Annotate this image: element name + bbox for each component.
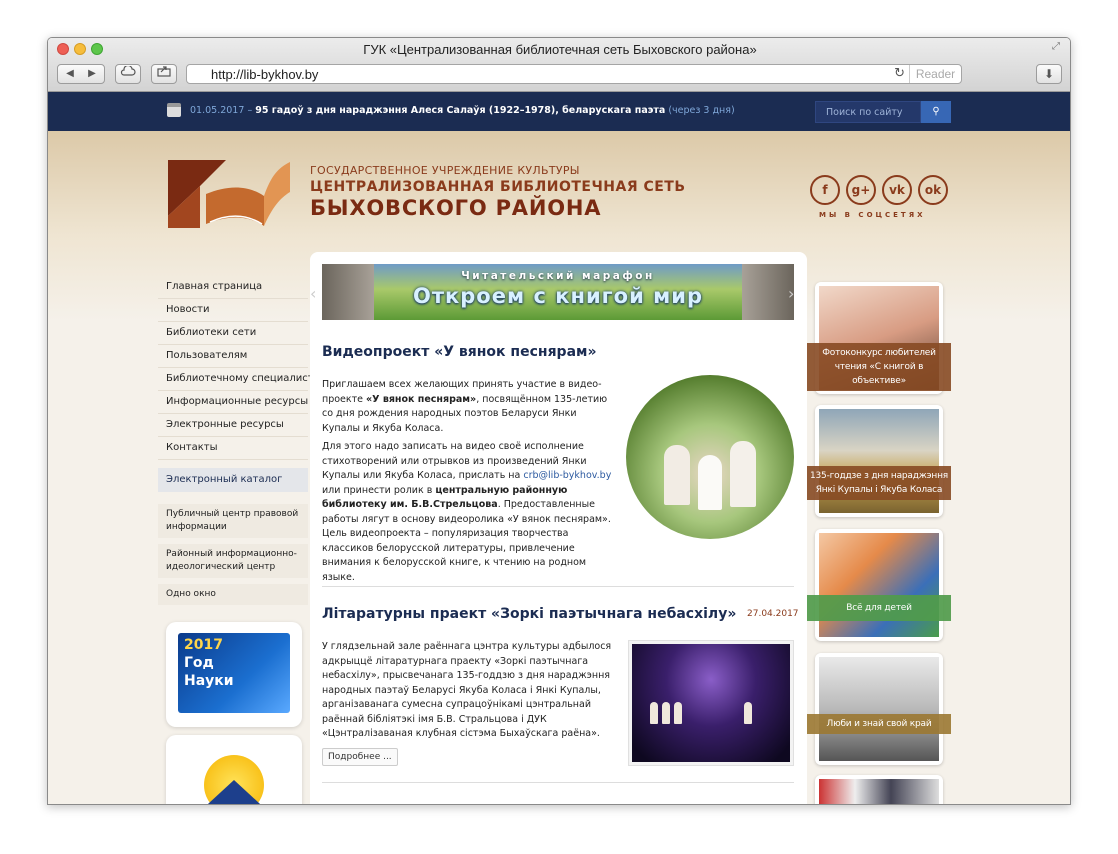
share-button[interactable]: [151, 64, 177, 84]
year-of-science-image: 2017 Год Науки: [178, 633, 290, 713]
event-notice[interactable]: 01.05.2017 – 95 гадоў з дня нараджэння А…: [190, 105, 735, 116]
article-photo-girls-wreaths[interactable]: [626, 375, 794, 539]
article-date: 27.04.2017: [747, 609, 799, 619]
event-countdown: (через 3 дня): [668, 105, 735, 116]
side-card-native-land[interactable]: [815, 653, 943, 765]
facebook-icon[interactable]: f: [810, 175, 840, 205]
menu-item-info-resources[interactable]: Информационные ресурсы: [158, 391, 308, 414]
photo-figure: [698, 455, 722, 510]
article-title[interactable]: Видеопроект «У вянок песнярам»: [322, 344, 597, 360]
photo-figure: [674, 702, 682, 724]
icloud-tabs-button[interactable]: [115, 64, 141, 84]
photo-figure: [730, 441, 756, 507]
side-card-newspapers[interactable]: [815, 775, 943, 804]
slider-next-icon[interactable]: ›: [788, 284, 794, 303]
year-word: Год: [184, 655, 214, 671]
download-icon: ⬇: [1043, 67, 1055, 81]
org-type: ГОСУДАРСТВЕННОЕ УЧРЕЖДЕНИЕ КУЛЬТУРЫ: [310, 164, 580, 177]
window-title: ГУК «Централизованная библиотечная сеть …: [363, 42, 757, 57]
menu-item-users[interactable]: Пользователям: [158, 345, 308, 368]
event-text: 95 гадоў з дня нараджэння Алеся Салаўя (…: [255, 105, 666, 116]
menu-item-e-resources[interactable]: Электронные ресурсы: [158, 414, 308, 437]
newspapers-photo: [819, 779, 939, 804]
article-divider: [322, 782, 794, 783]
sun-banner-card[interactable]: [166, 735, 302, 804]
main-menu: Главная страница Новости Библиотеки сети…: [158, 276, 319, 460]
article-photo-stage[interactable]: [628, 640, 794, 766]
side-card-anniversary[interactable]: [815, 405, 943, 517]
article-text: или принести ролик в: [322, 484, 436, 496]
article-body: У глядзельнай зале раённага цэнтра культ…: [322, 641, 612, 739]
calendar-icon: [167, 103, 181, 117]
article-title[interactable]: Літаратурны праект «Зоркі паэтычнага неб…: [322, 606, 736, 622]
top-announcement-bar: 01.05.2017 – 95 гадоў з дня нараджэння А…: [48, 92, 1070, 131]
side-card-label[interactable]: 135-годдзе з дня нараджэння Янкі Купалы …: [807, 466, 951, 500]
menu-item-specialist[interactable]: Библиотечному специалисту: [158, 368, 319, 391]
vk-icon[interactable]: vk: [882, 175, 912, 205]
side-card-children[interactable]: [815, 529, 943, 641]
social-caption: МЫ В СОЦСЕТЯХ: [819, 211, 926, 219]
event-dash: –: [247, 105, 253, 116]
browser-window: ГУК «Централизованная библиотечная сеть …: [47, 37, 1071, 805]
search-icon: ⚲: [932, 106, 940, 117]
back-icon[interactable]: ◀: [59, 65, 81, 83]
article-text: . Предоставленные работы лягут в основу …: [322, 499, 611, 583]
side-card-label[interactable]: Люби и знай свой край: [807, 714, 951, 734]
site-search-button[interactable]: ⚲: [921, 101, 951, 123]
article-divider: [322, 586, 794, 587]
article-body: Приглашаем всех желающих принять участие…: [322, 378, 612, 589]
address-bar[interactable]: http://lib-bykhov.by ↻ Reader: [186, 64, 962, 84]
back-forward-buttons: ◀ ▶: [57, 64, 105, 84]
downloads-button[interactable]: ⬇: [1036, 64, 1062, 84]
ideology-center-link[interactable]: Районный информационно-идеологический це…: [158, 544, 308, 578]
menu-item-contacts[interactable]: Контакты: [158, 437, 308, 460]
photo-figure: [744, 702, 752, 724]
forward-icon[interactable]: ▶: [81, 65, 103, 83]
year-of-science-card[interactable]: 2017 Год Науки: [166, 622, 302, 727]
org-district: БЫХОВСКОГО РАЙОНА: [310, 196, 602, 220]
odnoklassniki-icon[interactable]: ok: [918, 175, 948, 205]
org-name: ЦЕНТРАЛИЗОВАННАЯ БИБЛИОТЕЧНАЯ СЕТЬ: [310, 179, 686, 195]
article-text-bold: «У вянок песнярам»: [366, 393, 477, 405]
library-logo[interactable]: [166, 156, 291, 231]
menu-item-news[interactable]: Новости: [158, 299, 308, 322]
photo-figure: [664, 445, 690, 505]
menu-item-home[interactable]: Главная страница: [158, 276, 308, 299]
email-link[interactable]: crb@lib-bykhov.by: [523, 470, 611, 481]
cloud-icon: [120, 64, 136, 76]
children-photo: [819, 533, 939, 637]
reading-marathon-banner[interactable]: Читательский марафон Откроем с книгой ми…: [322, 264, 794, 320]
browser-toolbar: ГУК «Централизованная библиотечная сеть …: [48, 38, 1070, 92]
mountain-shape: [196, 780, 272, 804]
photo-figure: [662, 702, 670, 724]
share-icon: [157, 66, 171, 77]
one-window-link[interactable]: Одно окно: [158, 584, 308, 605]
science-word: Науки: [184, 673, 234, 689]
main-content: ‹ Читательский марафон Откроем с книгой …: [310, 252, 807, 804]
stage-image: [632, 644, 790, 762]
reload-icon[interactable]: ↻: [894, 66, 905, 81]
site-search-input[interactable]: Поиск по сайту: [815, 101, 921, 123]
google-plus-icon[interactable]: g+: [846, 175, 876, 205]
monument-photo: [819, 657, 939, 761]
page-viewport: 01.05.2017 – 95 гадоў з дня нараджэння А…: [48, 92, 1070, 804]
electronic-catalog-link[interactable]: Электронный каталог: [158, 468, 308, 492]
read-more-button[interactable]: Подробнее ...: [322, 748, 398, 766]
banner-title: Откроем с книгой мир: [412, 284, 704, 308]
legal-info-center-link[interactable]: Публичный центр правовой информации: [158, 504, 308, 538]
fullscreen-icon[interactable]: ⤢: [1052, 41, 1064, 53]
side-card-label[interactable]: Фотоконкурс любителей чтения «С книгой в…: [807, 343, 951, 391]
slider-prev-icon[interactable]: ‹: [310, 284, 316, 303]
banner-subtitle: Читательский марафон: [461, 270, 655, 282]
menu-item-libraries[interactable]: Библиотеки сети: [158, 322, 308, 345]
url-text[interactable]: http://lib-bykhov.by: [211, 67, 318, 82]
year-number: 2017: [184, 637, 223, 653]
event-date: 01.05.2017: [190, 105, 245, 116]
reader-button[interactable]: Reader: [909, 65, 961, 83]
photo-figure: [650, 702, 658, 724]
side-card-label[interactable]: Всё для детей: [807, 595, 951, 621]
